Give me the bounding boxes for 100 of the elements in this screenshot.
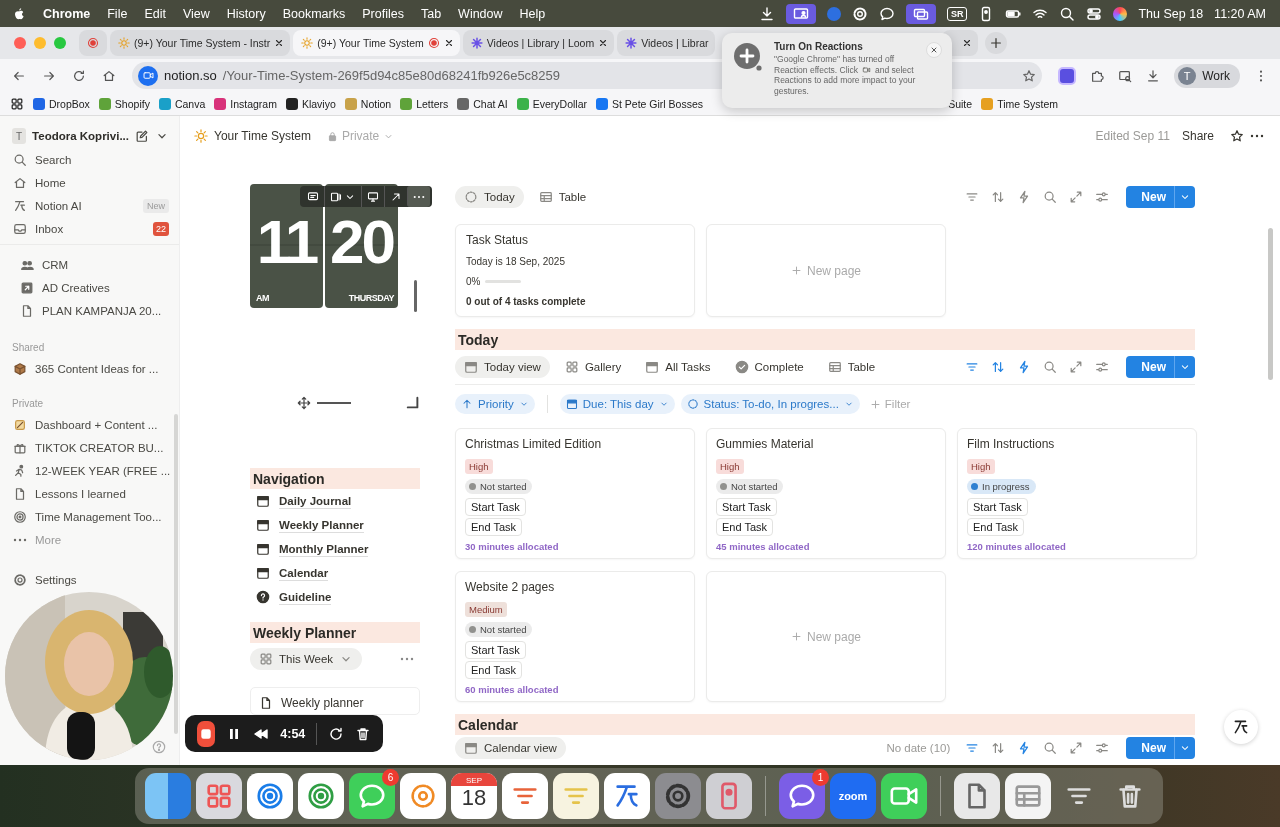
corner-handle-icon[interactable] xyxy=(406,396,420,410)
search-icon[interactable] xyxy=(1059,5,1076,22)
download-icon[interactable] xyxy=(1146,68,1161,83)
browser-tab[interactable]: Videos | Library | Loom xyxy=(462,30,615,56)
view-tab[interactable]: This Week xyxy=(250,648,363,670)
close-icon[interactable] xyxy=(598,38,609,48)
bookmark[interactable]: Canva xyxy=(158,97,206,110)
move-icon[interactable] xyxy=(297,396,311,410)
browser-tab[interactable]: (9+) Your Time System xyxy=(293,30,460,56)
menu-item[interactable]: View xyxy=(182,6,210,21)
sidebar-item[interactable]: AD Creatives xyxy=(0,276,179,299)
stop-button[interactable] xyxy=(197,720,216,747)
bookmark[interactable]: St Pete Girl Bosses xyxy=(596,97,704,110)
nav-link[interactable]: Calendar xyxy=(250,561,420,585)
bookmark[interactable]: Notion xyxy=(344,97,392,110)
sidebar-item[interactable]: TIKTOK CREATOR BU... xyxy=(0,436,179,459)
settings-icon[interactable] xyxy=(1095,359,1110,374)
assistant-button[interactable] xyxy=(1224,710,1258,744)
menu-item[interactable]: Bookmarks xyxy=(282,6,346,21)
new-tab-button[interactable] xyxy=(984,32,1007,54)
view-tab[interactable]: Table xyxy=(818,355,885,378)
sidebar-item[interactable]: Lessons I learned xyxy=(0,482,179,505)
new-button[interactable]: New xyxy=(1126,737,1195,759)
screen-share-button[interactable] xyxy=(785,3,816,24)
start-task-button[interactable]: Start Task xyxy=(465,498,526,516)
nav-link[interactable]: Weekly Planner xyxy=(250,513,420,537)
share-button[interactable]: Share xyxy=(1181,129,1214,143)
sidebar-item[interactable]: Inbox 22 xyxy=(0,217,179,240)
menubar-time[interactable]: 11:20 AM xyxy=(1214,6,1266,21)
page-title[interactable]: Your Time System xyxy=(214,129,311,143)
task-card[interactable]: Website 2 pages Medium Not started Start Task End Task 60 minutes allocated xyxy=(455,571,695,702)
settings-icon[interactable] xyxy=(1095,189,1110,204)
bookmark[interactable]: Shopify xyxy=(98,97,150,110)
sidebar-item[interactable]: Time Management Too... xyxy=(0,505,179,528)
close-icon[interactable] xyxy=(274,38,285,48)
task-status-card[interactable]: Task Status Today is 18 Sep, 2025 0% 0 out of 4 tasks complete xyxy=(455,224,695,317)
compose-icon[interactable] xyxy=(135,129,149,143)
restart-button[interactable] xyxy=(328,725,344,742)
app-tile[interactable] xyxy=(298,773,344,819)
menu-item[interactable]: Edit xyxy=(144,6,166,21)
assistant-icon[interactable] xyxy=(1113,6,1128,21)
start-task-button[interactable]: Start Task xyxy=(716,498,777,516)
resize-handle[interactable] xyxy=(414,280,417,312)
new-button[interactable]: New xyxy=(1126,185,1195,208)
bookmark[interactable]: DropBox xyxy=(33,97,90,110)
app-tile[interactable] xyxy=(706,773,752,819)
app-tile[interactable] xyxy=(655,773,701,819)
view-tab[interactable]: Calendar view xyxy=(455,737,566,759)
apps-icon[interactable] xyxy=(10,96,24,111)
app-tile[interactable] xyxy=(954,773,1000,819)
end-task-button[interactable]: End Task xyxy=(716,518,774,536)
bookmark[interactable]: EveryDollar xyxy=(516,97,587,110)
start-task-button[interactable]: Start Task xyxy=(967,498,1028,516)
calendar-app-icon[interactable]: SEP 18 xyxy=(451,773,497,819)
sidebar-item[interactable]: 12-WEEK YEAR (FREE ... xyxy=(0,459,179,482)
video-app-icon[interactable]: zoom xyxy=(830,773,876,819)
app-tile[interactable] xyxy=(196,773,242,819)
close-button[interactable] xyxy=(926,42,942,58)
profile-button[interactable]: T Work xyxy=(1174,63,1240,88)
expand-icon[interactable] xyxy=(1069,359,1084,374)
sort-icon[interactable] xyxy=(991,359,1006,374)
end-task-button[interactable]: End Task xyxy=(465,661,523,679)
sidebar-item[interactable]: Dashboard + Content ... xyxy=(0,413,179,436)
apple-logo-icon[interactable] xyxy=(12,6,26,21)
view-tab[interactable]: Today xyxy=(455,185,524,208)
nav-link[interactable]: Guideline xyxy=(250,585,420,609)
browser-tab[interactable] xyxy=(79,30,107,56)
end-task-button[interactable]: End Task xyxy=(967,518,1025,536)
menubar-date[interactable]: Thu Sep 18 xyxy=(1138,6,1204,21)
menu-item[interactable]: Window xyxy=(458,6,503,21)
settings-icon[interactable] xyxy=(1095,741,1110,755)
task-card[interactable]: Christmas Limited Edition High Not started Start Task End Task 30 minutes allocated xyxy=(455,428,695,559)
sidebar-item[interactable]: 365 Content Ideas for ... xyxy=(0,357,179,380)
view-tab[interactable]: Complete xyxy=(725,355,813,378)
app-tile[interactable] xyxy=(604,773,650,819)
app-tile[interactable] xyxy=(400,773,446,819)
bookmark[interactable]: Chat AI xyxy=(457,97,508,110)
menu-item[interactable]: Tab xyxy=(420,6,442,21)
menu-item[interactable]: File xyxy=(107,6,128,21)
filter-chip[interactable]: Status: To-do, In progres... xyxy=(680,394,860,414)
bookmark-star-icon[interactable] xyxy=(1022,68,1037,83)
menu-item[interactable]: History xyxy=(226,6,266,21)
new-button[interactable]: New xyxy=(1126,355,1195,378)
sort-icon[interactable] xyxy=(991,189,1006,204)
bookmark[interactable]: Instagram xyxy=(214,97,277,110)
app-tile[interactable] xyxy=(881,773,927,819)
expand-icon[interactable] xyxy=(1069,741,1084,755)
nav-link[interactable]: Daily Journal xyxy=(250,489,420,513)
control-center-icon[interactable] xyxy=(1086,5,1103,22)
sidebar-item[interactable]: PLAN KAMPANJA 20... xyxy=(0,299,179,322)
end-task-button[interactable]: End Task xyxy=(465,518,523,536)
app-tile[interactable] xyxy=(1005,773,1051,819)
filter-chip[interactable]: Due: This day xyxy=(559,394,675,414)
sidebar-item[interactable]: Search xyxy=(0,148,179,171)
bookmark[interactable]: Letters xyxy=(400,97,449,110)
bookmark[interactable]: Klaviyo xyxy=(285,97,336,110)
bookmark[interactable]: Time System xyxy=(981,97,1058,110)
close-icon[interactable] xyxy=(443,38,454,48)
app-menu[interactable]: Chrome xyxy=(43,6,91,21)
puzzle-icon[interactable] xyxy=(1090,68,1105,83)
